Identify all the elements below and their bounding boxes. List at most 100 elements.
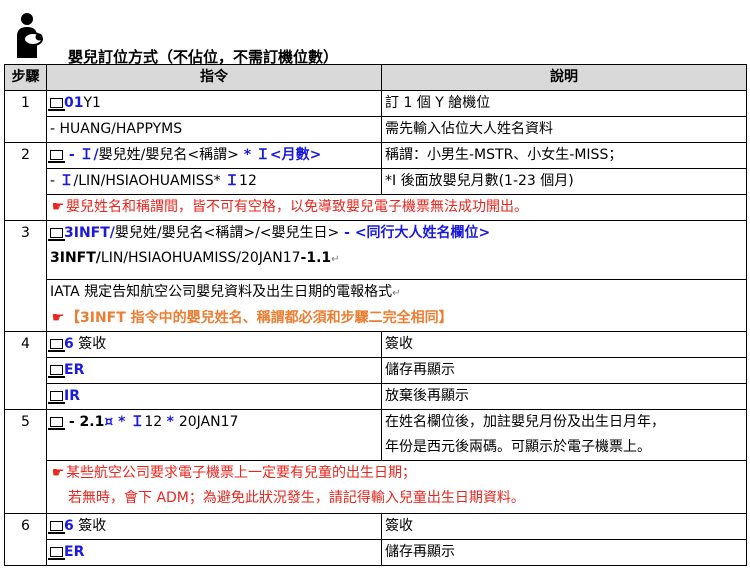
command-text: - (50, 173, 60, 189)
explanation-cell: 訂 1 個 Y 艙機位 (381, 90, 747, 117)
explanation-cell: 儲存再顯示 (381, 357, 747, 384)
explanation-cell: 需先輸入佔位大人姓名資料 (381, 116, 747, 143)
command-text: 12 (144, 414, 167, 430)
step-number: 3 (4, 220, 47, 332)
command-code: -1.1 (300, 250, 332, 266)
warning-note: 【3INFT 指令中的嬰兒姓名、稱謂都必須和步驟二完全相同】 (66, 310, 453, 326)
pointing-hand-icon: ☛ (51, 199, 65, 215)
note-cell: IATA 規定告知航空公司嬰兒資料及出生日期的電報格式↵ ☛ 【3INFT 指令中… (46, 279, 747, 332)
command-cell: ER (46, 357, 382, 384)
note-cell: ☛ 嬰兒姓名和稱謂間，皆不可有空格，以免導致嬰兒電子機票無法成功開出。 (46, 194, 747, 221)
table-row: - HUANG/HAPPYMS 需先輸入佔位大人姓名資料 (5, 116, 747, 143)
command-text: 12 (239, 173, 257, 189)
command-code: - 2.1 (64, 414, 105, 430)
step-number: 2 (4, 142, 47, 221)
command-text: 簽收 (73, 518, 107, 534)
return-mark: ↵ (331, 254, 340, 265)
command-code: ER (64, 544, 85, 560)
command-code: 6 (64, 336, 74, 352)
keyboard-icon (48, 339, 65, 352)
keyboard-icon (48, 98, 65, 111)
step-column-header: 步驟 (4, 64, 47, 91)
command-code: ER (64, 362, 85, 378)
warning-note: 某些航空公司要求電子機票上一定要有兒童的出生日期； (66, 465, 416, 481)
table-row: ☛ 某些航空公司要求電子機票上一定要有兒童的出生日期； 若無時，會下 ADM；為避… (5, 460, 747, 514)
description-text: IATA 規定告知航空公司嬰兒資料及出生日期的電報格式 (50, 284, 393, 300)
command-code: 3INFT/ (64, 225, 115, 241)
explanation-line: 年份是西元後兩碼。可顯示於電子機票上。 (385, 439, 651, 455)
explanation-cell: 簽收 (381, 513, 747, 540)
command-code: Ｉ (59, 173, 74, 189)
command-cell: 3INFT/LIN/HSIAOHUAMISS/20JAN17-1.1↵ (46, 246, 747, 280)
command-code: 6 (64, 518, 74, 534)
note-cell: ☛ 某些航空公司要求電子機票上一定要有兒童的出生日期； 若無時，會下 ADM；為避… (46, 460, 747, 514)
step-number: 6 (4, 513, 47, 566)
table-row: ER 儲存再顯示 (5, 357, 747, 384)
keyboard-icon (48, 391, 65, 404)
table-row: 5 - 2.1¤ * Ｉ12 * 20JAN17 在姓名欄位後，加註嬰兒月份及出… (4, 409, 747, 514)
command-cell: - Ｉ/LIN/HSIAOHUAMISS* Ｉ12 (46, 168, 382, 195)
command-code: ¤ (104, 414, 114, 430)
step-number: 1 (4, 90, 47, 143)
step-number: 4 (4, 331, 47, 410)
command-cell: - 2.1¤ * Ｉ12 * 20JAN17 (46, 409, 382, 461)
pointing-hand-icon: ☛ (51, 310, 65, 326)
command-cell: 6 簽收 (46, 331, 382, 358)
command-cell: IR (46, 383, 382, 410)
command-text: 嬰兒姓/嬰兒名<稱謂> (98, 147, 239, 163)
step-number: 5 (4, 409, 47, 514)
table-row: IR 放棄後再顯示 (5, 383, 747, 410)
table-row: IATA 規定告知航空公司嬰兒資料及出生日期的電報格式↵ ☛ 【3INFT 指令中… (5, 279, 747, 332)
table-row: - Ｉ/LIN/HSIAOHUAMISS* Ｉ12 *I 後面放嬰兒月數(1-2… (5, 168, 747, 195)
infant-booking-table: 步驟 指令 說明 1 01Y1 訂 1 個 Y 艙機位 - HUANG/HAPP… (4, 64, 747, 566)
keyboard-icon (48, 365, 65, 378)
explanation-cell: 稱謂：小男生-MSTR、小女生-MISS； (381, 142, 747, 169)
command-code: 3INFT/ (50, 250, 101, 266)
command-code: * (113, 414, 131, 430)
explanation-column-header: 說明 (381, 64, 747, 91)
command-code: * (166, 414, 179, 430)
explanation-cell: 簽收 (381, 331, 747, 358)
table-row: 3INFT/LIN/HSIAOHUAMISS/20JAN17-1.1↵ (5, 246, 747, 280)
table-row: 4 6 簽收 簽收 (4, 331, 747, 410)
explanation-cell: 在姓名欄位後，加註嬰兒月份及出生日月年， 年份是西元後兩碼。可顯示於電子機票上。 (381, 409, 747, 461)
table-row: ER 儲存再顯示 (5, 539, 747, 566)
command-code: 01 (64, 95, 84, 111)
pointing-hand-icon: ☛ (51, 465, 65, 481)
command-text: LIN/HSIAOHUAMISS/20JAN17 (100, 250, 301, 266)
explanation-cell: *I 後面放嬰兒月數(1-23 個月) (381, 168, 747, 195)
explanation-line: 在姓名欄位後，加註嬰兒月份及出生日月年， (385, 414, 665, 430)
command-text: 簽收 (73, 336, 107, 352)
warning-note: 嬰兒姓名和稱謂間，皆不可有空格，以免導致嬰兒電子機票無法成功開出。 (66, 199, 528, 215)
command-code: IR (64, 388, 80, 404)
explanation-cell: 儲存再顯示 (381, 539, 747, 566)
command-column-header: 指令 (46, 64, 382, 91)
command-text: 20JAN17 (178, 414, 239, 430)
return-mark: ↵ (392, 288, 401, 299)
command-code: - Ｉ/ (64, 147, 99, 163)
table-row: 3 3INFT/嬰兒姓/嬰兒名<稱謂>/<嬰兒生日> - <同行大人姓名欄位> (4, 220, 747, 332)
command-code: - <同行大人姓名欄位> (339, 225, 491, 241)
keyboard-icon (48, 417, 65, 430)
table-row: 6 6 簽收 簽收 (4, 513, 747, 566)
command-text: 嬰兒姓/嬰兒名<稱謂>/<嬰兒生日> (114, 225, 340, 241)
command-cell: - Ｉ/嬰兒姓/嬰兒名<稱謂> * Ｉ<月數> (46, 142, 382, 169)
keyboard-icon (48, 521, 65, 534)
command-cell: 01Y1 (46, 90, 382, 117)
explanation-cell: 放棄後再顯示 (381, 383, 747, 410)
command-cell: 3INFT/嬰兒姓/嬰兒名<稱謂>/<嬰兒生日> - <同行大人姓名欄位> (46, 220, 747, 246)
mother-with-baby-icon (17, 13, 43, 58)
command-code: Ｉ (130, 414, 145, 430)
table-row: 2 - Ｉ/嬰兒姓/嬰兒名<稱謂> * Ｉ<月數> 稱謂：小男生-MSTR、小女… (4, 142, 747, 221)
keyboard-icon (48, 150, 65, 163)
command-cell: - HUANG/HAPPYMS (46, 116, 382, 143)
command-text: Y1 (83, 95, 101, 111)
warning-note: 若無時，會下 ADM；為避免此狀況發生，請記得輸入兒童出生日期資料。 (68, 490, 525, 506)
table-row: 1 01Y1 訂 1 個 Y 艙機位 (4, 90, 747, 143)
command-code: * Ｉ<月數> (238, 147, 322, 163)
command-code: Ｉ (225, 173, 240, 189)
command-cell: ER (46, 539, 382, 566)
page-header: 嬰兒訂位方式（不佔位，不需訂機位數） (8, 8, 748, 66)
keyboard-icon (48, 547, 65, 560)
table-row: ☛ 嬰兒姓名和稱謂間，皆不可有空格，以免導致嬰兒電子機票無法成功開出。 (5, 194, 747, 221)
